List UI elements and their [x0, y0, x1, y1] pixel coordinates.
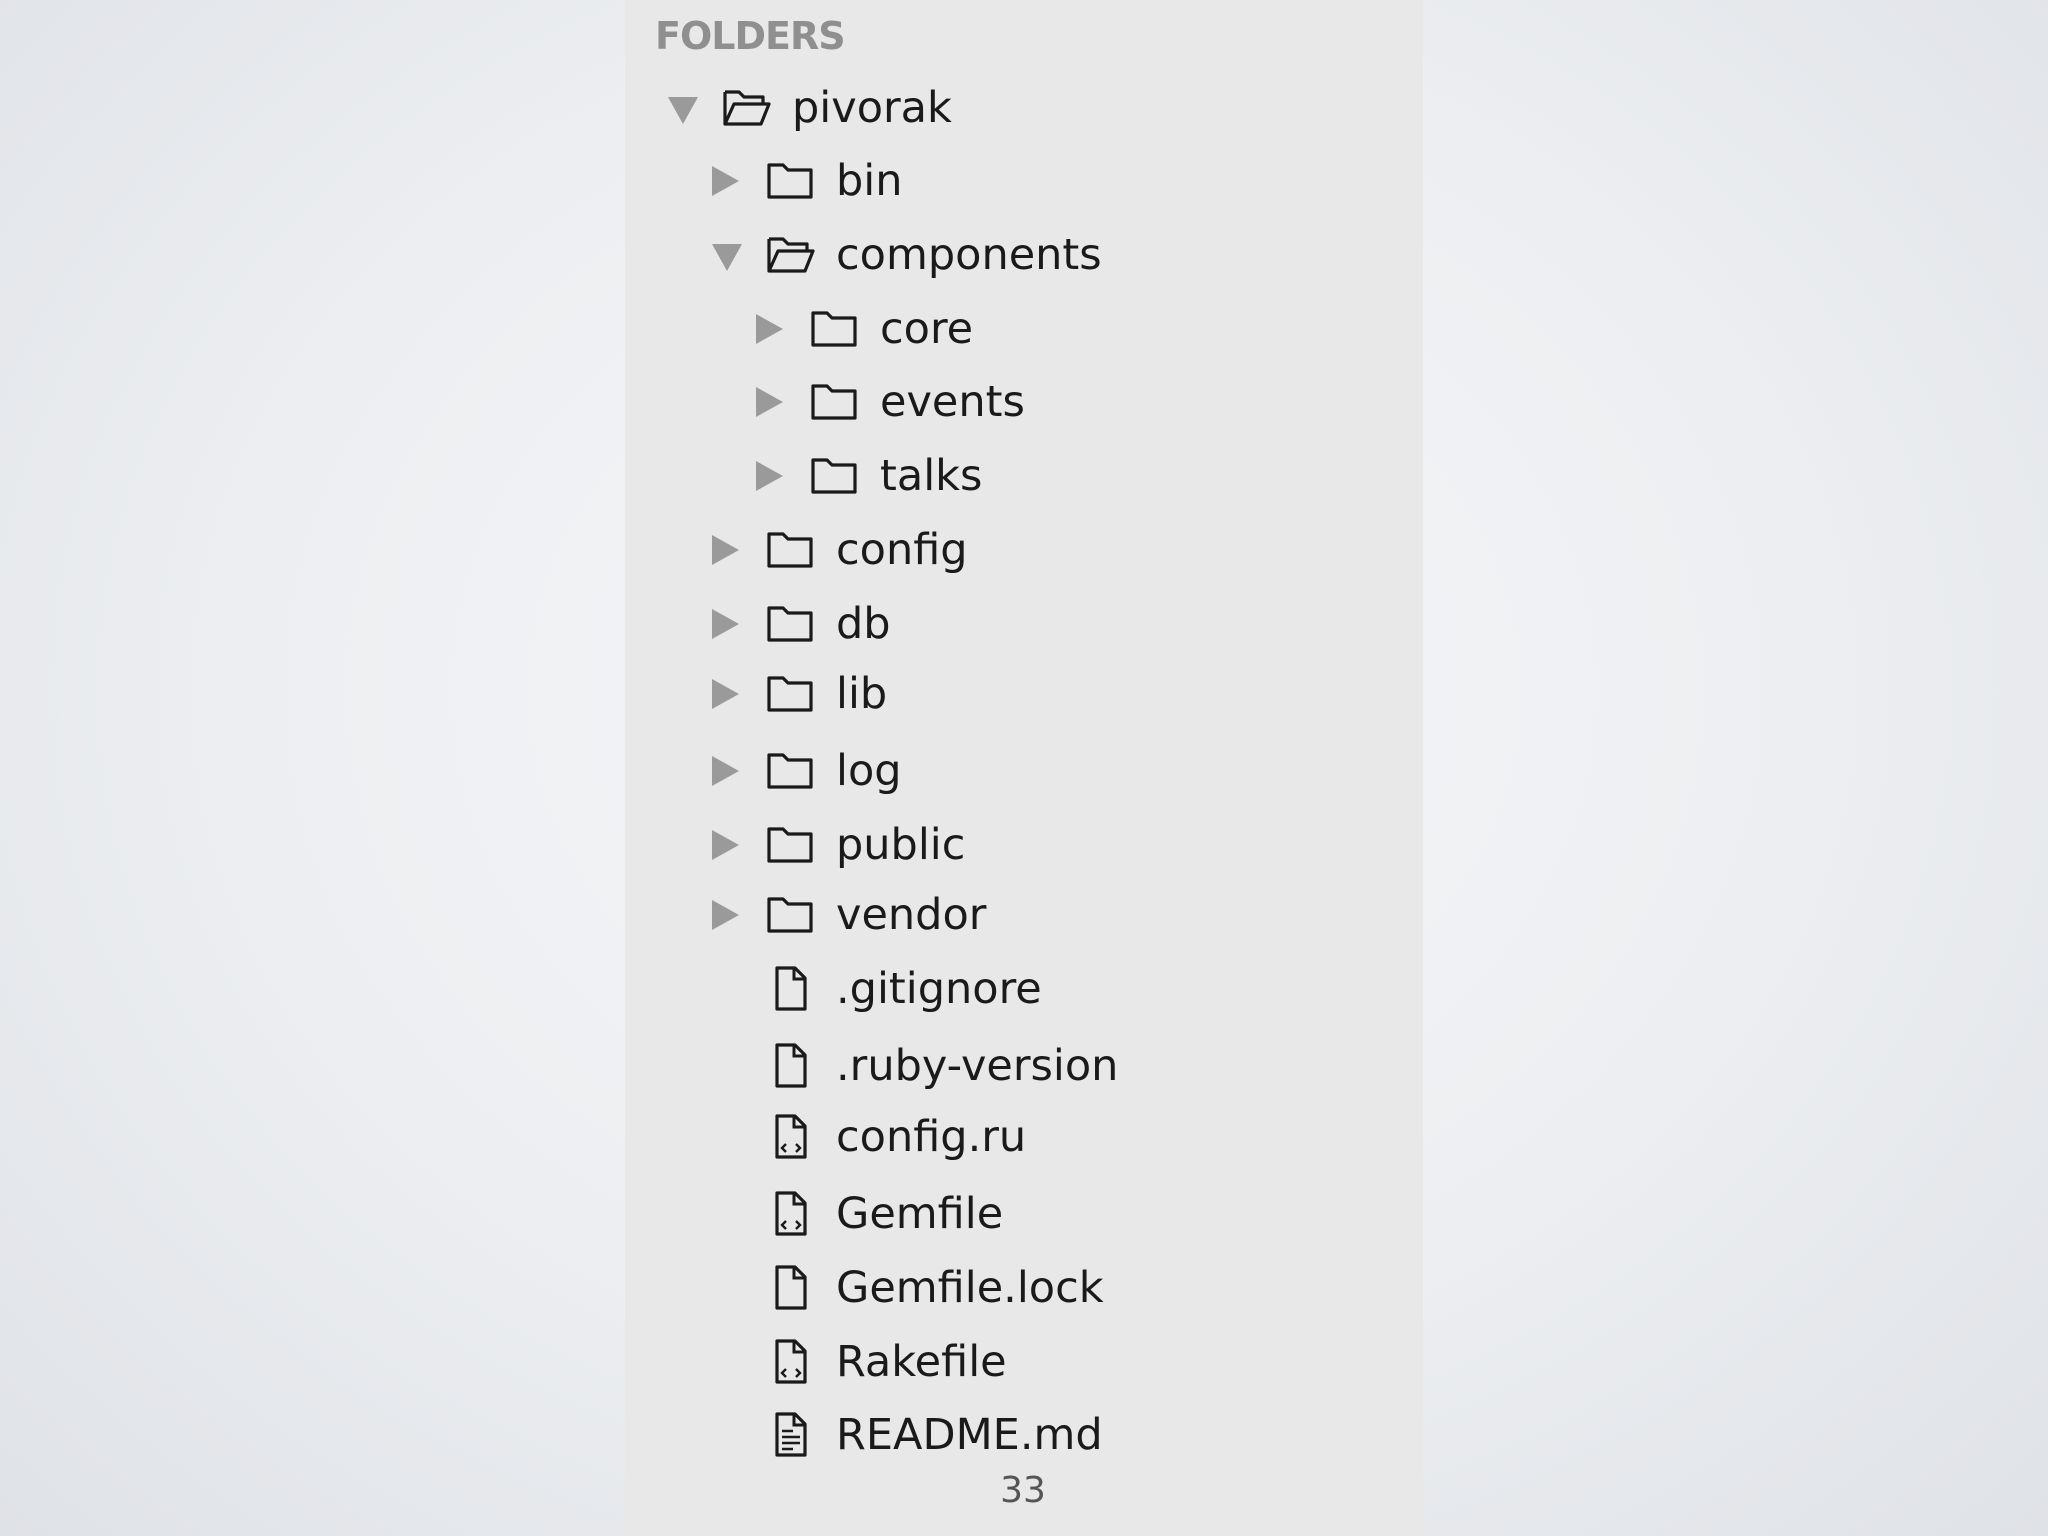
tree-item[interactable]: core [625, 299, 1423, 359]
file-icon [763, 1040, 817, 1090]
folder-icon [763, 668, 817, 718]
disclosure-collapsed-icon[interactable] [712, 609, 739, 639]
tree-item-label: events [880, 377, 1025, 427]
tree-item[interactable]: lib [625, 664, 1423, 724]
tree-item-label: db [836, 599, 891, 649]
tree-item-label: bin [836, 156, 903, 206]
tree-item[interactable]: events [625, 372, 1423, 432]
disclosure-collapsed-icon[interactable] [712, 679, 739, 709]
tree-item-label: config [836, 525, 968, 575]
disclosure-collapsed-icon[interactable] [712, 535, 739, 565]
tree-item-label: pivorak [792, 83, 952, 133]
tree-item-label: config.ru [836, 1112, 1027, 1162]
tree-item-label: log [836, 746, 902, 796]
code-file-icon [763, 1188, 817, 1238]
tree-item[interactable]: Rakefile [625, 1332, 1423, 1392]
folder-icon [763, 155, 817, 205]
tree-item-label: components [836, 230, 1102, 280]
tree-item[interactable]: .ruby-version [625, 1036, 1423, 1096]
tree-item[interactable]: config [625, 520, 1423, 580]
tree-item[interactable]: log [625, 741, 1423, 801]
code-file-icon [763, 1336, 817, 1386]
tree-item-label: lib [836, 669, 888, 719]
disclosure-collapsed-icon[interactable] [712, 830, 739, 860]
tree-item[interactable]: vendor [625, 885, 1423, 945]
tree-item[interactable]: bin [625, 151, 1423, 211]
tree-item[interactable]: db [625, 594, 1423, 654]
folder-icon [807, 303, 861, 353]
tree-item[interactable]: public [625, 815, 1423, 875]
file-icon [763, 1262, 817, 1312]
folder-icon [763, 745, 817, 795]
tree-item-label: talks [880, 451, 983, 501]
tree-item[interactable]: pivorak [625, 78, 1423, 138]
folder-open-icon [719, 82, 773, 132]
tree-item-label: Rakefile [836, 1337, 1007, 1387]
tree-item[interactable]: config.ru [625, 1107, 1423, 1167]
tree-item[interactable]: Gemfile [625, 1184, 1423, 1244]
tree-item[interactable]: README.md [625, 1405, 1423, 1465]
folder-icon [763, 598, 817, 648]
file-icon [763, 963, 817, 1013]
folder-icon [807, 450, 861, 500]
tree-item-label: README.md [836, 1410, 1103, 1460]
tree-item-label: public [836, 820, 966, 870]
tree-item[interactable]: components [625, 225, 1423, 285]
disclosure-collapsed-icon[interactable] [712, 900, 739, 930]
disclosure-collapsed-icon[interactable] [712, 756, 739, 786]
folder-icon [763, 889, 817, 939]
tree-item-label: vendor [836, 890, 987, 940]
tree-item[interactable]: Gemfile.lock [625, 1258, 1423, 1318]
folder-icon [763, 819, 817, 869]
tree-item-label: .gitignore [836, 964, 1042, 1014]
disclosure-collapsed-icon[interactable] [712, 166, 739, 196]
code-file-icon [763, 1111, 817, 1161]
sidebar-header: FOLDERS [655, 14, 846, 58]
disclosure-collapsed-icon[interactable] [756, 314, 783, 344]
tree-item-label: Gemfile.lock [836, 1263, 1104, 1313]
folder-open-icon [763, 229, 817, 279]
folders-sidebar: FOLDERS pivorak bin components core events ta… [625, 0, 1423, 1536]
tree-item[interactable]: talks [625, 446, 1423, 506]
disclosure-collapsed-icon[interactable] [756, 461, 783, 491]
page-number: 33 [1000, 1470, 1046, 1511]
disclosure-expanded-icon[interactable] [712, 244, 742, 271]
tree-item[interactable]: .gitignore [625, 959, 1423, 1019]
folder-icon [807, 376, 861, 426]
text-file-icon [763, 1409, 817, 1459]
folder-icon [763, 524, 817, 574]
disclosure-expanded-icon[interactable] [668, 97, 698, 124]
tree-item-label: .ruby-version [836, 1041, 1119, 1091]
disclosure-collapsed-icon[interactable] [756, 387, 783, 417]
tree-item-label: core [880, 304, 974, 354]
tree-item-label: Gemfile [836, 1189, 1004, 1239]
